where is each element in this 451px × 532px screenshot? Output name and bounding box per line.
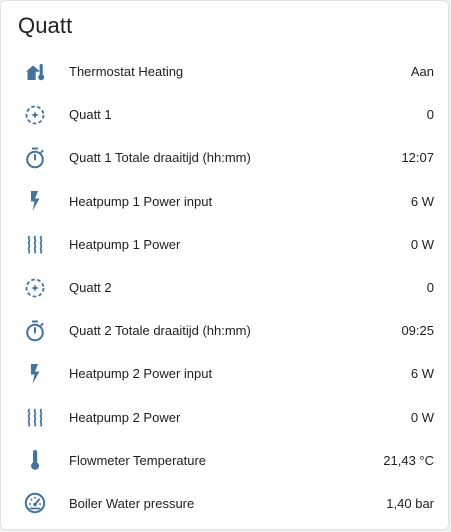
entity-label: Heatpump 1 Power input xyxy=(69,193,213,209)
entities-card: Quatt Thermostat Heating Aan Quatt 1 0 Q… xyxy=(0,0,449,530)
flash-icon xyxy=(23,189,47,213)
timer-icon xyxy=(23,319,47,343)
flash-icon xyxy=(23,362,47,386)
entity-row-thermostat-heating[interactable]: Thermostat Heating Aan xyxy=(1,50,448,93)
circle-spin-icon xyxy=(23,103,47,127)
entity-row-quatt-1-runtime[interactable]: Quatt 1 Totale draaitijd (hh:mm) 12:07 xyxy=(1,136,448,179)
entity-row-quatt-2[interactable]: Quatt 2 0 xyxy=(1,266,448,309)
entity-row-quatt-2-runtime[interactable]: Quatt 2 Totale draaitijd (hh:mm) 09:25 xyxy=(1,309,448,352)
entity-value: 0 xyxy=(426,107,434,123)
entity-row-flowmeter-temperature[interactable]: Flowmeter Temperature 21,43 °C xyxy=(1,439,448,482)
entity-value: 0 W xyxy=(410,236,434,252)
entity-row-heatpump-2-power-input[interactable]: Heatpump 2 Power input 6 W xyxy=(1,352,448,395)
entity-value: 21,43 °C xyxy=(383,452,434,468)
card-title: Quatt xyxy=(18,13,73,38)
heat-waves-icon xyxy=(23,232,47,256)
entity-value: 6 W xyxy=(410,366,434,382)
entity-value: 09:25 xyxy=(401,323,434,339)
entity-row-quatt-1[interactable]: Quatt 1 0 xyxy=(1,93,448,136)
heat-waves-icon xyxy=(23,405,47,429)
entity-label: Quatt 1 Totale draaitijd (hh:mm) xyxy=(69,150,251,166)
entity-list: Thermostat Heating Aan Quatt 1 0 Quatt 1… xyxy=(1,50,448,525)
entity-row-boiler-water-pressure[interactable]: Boiler Water pressure 1,40 bar xyxy=(1,482,448,525)
entity-label: Flowmeter Temperature xyxy=(69,452,207,468)
entity-value: 0 xyxy=(426,280,434,296)
entity-label: Heatpump 2 Power input xyxy=(69,366,213,382)
entity-label: Quatt 2 xyxy=(69,280,112,296)
home-thermometer-icon xyxy=(23,60,47,84)
entity-label: Quatt 1 xyxy=(69,107,112,123)
entity-label: Thermostat Heating xyxy=(69,64,184,80)
thermometer-icon xyxy=(23,448,47,472)
entity-label: Heatpump 1 Power xyxy=(69,236,181,252)
entity-label: Boiler Water pressure xyxy=(69,495,195,511)
timer-icon xyxy=(23,146,47,170)
entity-label: Quatt 2 Totale draaitijd (hh:mm) xyxy=(69,323,251,339)
entity-value: Aan xyxy=(410,64,434,80)
entity-value: 6 W xyxy=(410,193,434,209)
entity-row-heatpump-1-power-input[interactable]: Heatpump 1 Power input 6 W xyxy=(1,180,448,223)
entity-value: 1,40 bar xyxy=(386,495,434,511)
entity-value: 12:07 xyxy=(401,150,434,166)
entity-row-heatpump-1-power[interactable]: Heatpump 1 Power 0 W xyxy=(1,223,448,266)
entity-label: Heatpump 2 Power xyxy=(69,409,181,425)
circle-spin-icon xyxy=(23,276,47,300)
gauge-icon xyxy=(23,491,47,515)
entity-value: 0 W xyxy=(410,409,434,425)
entity-row-heatpump-2-power[interactable]: Heatpump 2 Power 0 W xyxy=(1,396,448,439)
